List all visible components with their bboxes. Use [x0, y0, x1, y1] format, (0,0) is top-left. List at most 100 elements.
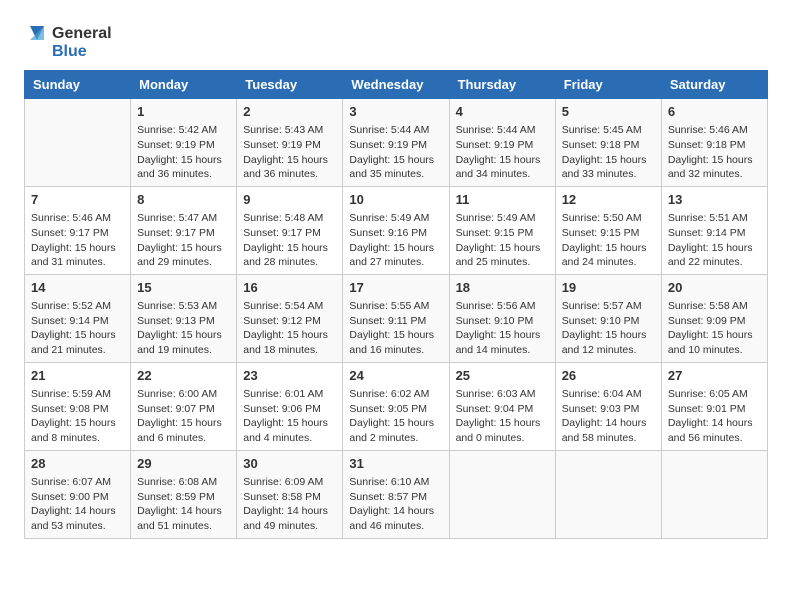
calendar-cell: 6 Sunrise: 5:46 AM Sunset: 9:18 PM Daylig…	[661, 99, 767, 187]
day-number: 31	[349, 455, 442, 473]
day-number: 6	[668, 103, 761, 121]
day-number: 24	[349, 367, 442, 385]
day-info: Sunrise: 5:45 AM Sunset: 9:18 PM Dayligh…	[562, 123, 655, 182]
day-number: 17	[349, 279, 442, 297]
day-info: Sunrise: 6:00 AM Sunset: 9:07 PM Dayligh…	[137, 387, 230, 446]
day-info: Sunrise: 5:49 AM Sunset: 9:15 PM Dayligh…	[456, 211, 549, 270]
day-info: Sunrise: 5:52 AM Sunset: 9:14 PM Dayligh…	[31, 299, 124, 358]
calendar-table: SundayMondayTuesdayWednesdayThursdayFrid…	[24, 70, 768, 539]
calendar-week-row: 21Sunrise: 5:59 AM Sunset: 9:08 PM Dayli…	[25, 362, 768, 450]
day-number: 18	[456, 279, 549, 297]
calendar-cell: 7Sunrise: 5:46 AM Sunset: 9:17 PM Daylig…	[25, 186, 131, 274]
calendar-cell: 12 Sunrise: 5:50 AM Sunset: 9:15 PM Dayli…	[555, 186, 661, 274]
calendar-week-row: 14 Sunrise: 5:52 AM Sunset: 9:14 PM Dayli…	[25, 274, 768, 362]
calendar-cell: 30 Sunrise: 6:09 AM Sunset: 8:58 PM Dayli…	[237, 450, 343, 538]
calendar-cell: 25 Sunrise: 6:03 AM Sunset: 9:04 PM Dayli…	[449, 362, 555, 450]
day-info: Sunrise: 6:09 AM Sunset: 8:58 PM Dayligh…	[243, 475, 336, 534]
calendar-cell: 28 Sunrise: 6:07 AM Sunset: 9:00 PM Dayli…	[25, 450, 131, 538]
day-info: Sunrise: 6:01 AM Sunset: 9:06 PM Dayligh…	[243, 387, 336, 446]
day-info: Sunrise: 5:43 AM Sunset: 9:19 PM Dayligh…	[243, 123, 336, 182]
calendar-cell	[555, 450, 661, 538]
calendar-cell: 21Sunrise: 5:59 AM Sunset: 9:08 PM Dayli…	[25, 362, 131, 450]
calendar-cell	[25, 99, 131, 187]
column-header-thursday: Thursday	[449, 71, 555, 99]
day-info: Sunrise: 5:48 AM Sunset: 9:17 PM Dayligh…	[243, 211, 336, 270]
calendar-cell: 1 Sunrise: 5:42 AM Sunset: 9:19 PM Daylig…	[131, 99, 237, 187]
logo-svg: GeneralBlue	[24, 20, 114, 62]
day-number: 22	[137, 367, 230, 385]
day-info: Sunrise: 6:02 AM Sunset: 9:05 PM Dayligh…	[349, 387, 442, 446]
day-number: 16	[243, 279, 336, 297]
calendar-cell: 20Sunrise: 5:58 AM Sunset: 9:09 PM Dayli…	[661, 274, 767, 362]
calendar-cell: 2 Sunrise: 5:43 AM Sunset: 9:19 PM Daylig…	[237, 99, 343, 187]
day-info: Sunrise: 6:03 AM Sunset: 9:04 PM Dayligh…	[456, 387, 549, 446]
day-info: Sunrise: 5:58 AM Sunset: 9:09 PM Dayligh…	[668, 299, 761, 358]
day-info: Sunrise: 6:10 AM Sunset: 8:57 PM Dayligh…	[349, 475, 442, 534]
day-info: Sunrise: 5:46 AM Sunset: 9:17 PM Dayligh…	[31, 211, 124, 270]
calendar-cell: 4 Sunrise: 5:44 AM Sunset: 9:19 PM Daylig…	[449, 99, 555, 187]
day-info: Sunrise: 5:50 AM Sunset: 9:15 PM Dayligh…	[562, 211, 655, 270]
calendar-cell: 27Sunrise: 6:05 AM Sunset: 9:01 PM Dayli…	[661, 362, 767, 450]
calendar-week-row: 1 Sunrise: 5:42 AM Sunset: 9:19 PM Daylig…	[25, 99, 768, 187]
calendar-header-row: SundayMondayTuesdayWednesdayThursdayFrid…	[25, 71, 768, 99]
calendar-cell: 15Sunrise: 5:53 AM Sunset: 9:13 PM Dayli…	[131, 274, 237, 362]
column-header-monday: Monday	[131, 71, 237, 99]
calendar-cell: 17 Sunrise: 5:55 AM Sunset: 9:11 PM Dayli…	[343, 274, 449, 362]
calendar-cell: 11 Sunrise: 5:49 AM Sunset: 9:15 PM Dayli…	[449, 186, 555, 274]
day-info: Sunrise: 6:07 AM Sunset: 9:00 PM Dayligh…	[31, 475, 124, 534]
calendar-cell: 9Sunrise: 5:48 AM Sunset: 9:17 PM Daylig…	[237, 186, 343, 274]
column-header-tuesday: Tuesday	[237, 71, 343, 99]
column-header-saturday: Saturday	[661, 71, 767, 99]
day-number: 2	[243, 103, 336, 121]
calendar-cell: 26 Sunrise: 6:04 AM Sunset: 9:03 PM Dayli…	[555, 362, 661, 450]
calendar-cell: 29Sunrise: 6:08 AM Sunset: 8:59 PM Dayli…	[131, 450, 237, 538]
day-number: 30	[243, 455, 336, 473]
day-number: 14	[31, 279, 124, 297]
calendar-cell: 8Sunrise: 5:47 AM Sunset: 9:17 PM Daylig…	[131, 186, 237, 274]
day-info: Sunrise: 5:46 AM Sunset: 9:18 PM Dayligh…	[668, 123, 761, 182]
calendar-cell: 18 Sunrise: 5:56 AM Sunset: 9:10 PM Dayli…	[449, 274, 555, 362]
day-number: 28	[31, 455, 124, 473]
calendar-cell: 14 Sunrise: 5:52 AM Sunset: 9:14 PM Dayli…	[25, 274, 131, 362]
day-info: Sunrise: 5:51 AM Sunset: 9:14 PM Dayligh…	[668, 211, 761, 270]
day-info: Sunrise: 6:08 AM Sunset: 8:59 PM Dayligh…	[137, 475, 230, 534]
day-info: Sunrise: 5:56 AM Sunset: 9:10 PM Dayligh…	[456, 299, 549, 358]
day-info: Sunrise: 5:44 AM Sunset: 9:19 PM Dayligh…	[349, 123, 442, 182]
calendar-cell: 3 Sunrise: 5:44 AM Sunset: 9:19 PM Daylig…	[343, 99, 449, 187]
day-number: 1	[137, 103, 230, 121]
calendar-cell: 16Sunrise: 5:54 AM Sunset: 9:12 PM Dayli…	[237, 274, 343, 362]
column-header-friday: Friday	[555, 71, 661, 99]
page-header: GeneralBlue	[24, 20, 768, 62]
calendar-week-row: 7Sunrise: 5:46 AM Sunset: 9:17 PM Daylig…	[25, 186, 768, 274]
day-number: 3	[349, 103, 442, 121]
day-info: Sunrise: 5:49 AM Sunset: 9:16 PM Dayligh…	[349, 211, 442, 270]
day-number: 5	[562, 103, 655, 121]
day-number: 21	[31, 367, 124, 385]
day-number: 12	[562, 191, 655, 209]
day-info: Sunrise: 6:04 AM Sunset: 9:03 PM Dayligh…	[562, 387, 655, 446]
day-info: Sunrise: 5:47 AM Sunset: 9:17 PM Dayligh…	[137, 211, 230, 270]
svg-text:Blue: Blue	[52, 43, 87, 60]
calendar-cell: 23Sunrise: 6:01 AM Sunset: 9:06 PM Dayli…	[237, 362, 343, 450]
day-info: Sunrise: 5:55 AM Sunset: 9:11 PM Dayligh…	[349, 299, 442, 358]
calendar-cell: 31 Sunrise: 6:10 AM Sunset: 8:57 PM Dayli…	[343, 450, 449, 538]
day-number: 13	[668, 191, 761, 209]
day-number: 15	[137, 279, 230, 297]
calendar-cell: 19Sunrise: 5:57 AM Sunset: 9:10 PM Dayli…	[555, 274, 661, 362]
day-number: 11	[456, 191, 549, 209]
calendar-week-row: 28 Sunrise: 6:07 AM Sunset: 9:00 PM Dayli…	[25, 450, 768, 538]
calendar-cell: 10 Sunrise: 5:49 AM Sunset: 9:16 PM Dayli…	[343, 186, 449, 274]
day-number: 19	[562, 279, 655, 297]
day-number: 10	[349, 191, 442, 209]
day-info: Sunrise: 5:42 AM Sunset: 9:19 PM Dayligh…	[137, 123, 230, 182]
day-info: Sunrise: 5:44 AM Sunset: 9:19 PM Dayligh…	[456, 123, 549, 182]
svg-text:General: General	[52, 25, 112, 42]
calendar-cell	[661, 450, 767, 538]
day-number: 26	[562, 367, 655, 385]
day-number: 25	[456, 367, 549, 385]
calendar-cell: 24 Sunrise: 6:02 AM Sunset: 9:05 PM Dayli…	[343, 362, 449, 450]
column-header-sunday: Sunday	[25, 71, 131, 99]
day-number: 4	[456, 103, 549, 121]
calendar-cell	[449, 450, 555, 538]
calendar-cell: 22 Sunrise: 6:00 AM Sunset: 9:07 PM Dayli…	[131, 362, 237, 450]
